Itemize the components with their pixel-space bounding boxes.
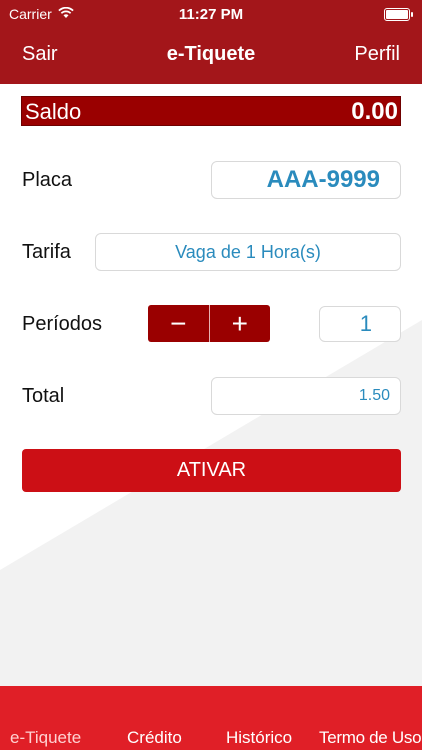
increment-button[interactable]: + [210,305,271,342]
balance-value: 0.00 [351,98,398,125]
battery-icon [384,8,413,21]
tab-e-tiquete[interactable]: e-Tiquete [10,728,81,748]
total-field: 1.50 [211,377,401,415]
decrement-button[interactable]: − [148,305,209,342]
tab-bar: e-Tiquete Crédito Histórico Termo de Uso [0,686,422,750]
top-bar: Carrier 11:27 PM Sair e-Tiquete Perfil [0,0,422,84]
periodos-label: Períodos [22,313,103,335]
status-time: 11:27 PM [178,6,244,23]
balance-label: Saldo [25,99,82,124]
tarifa-label: Tarifa [22,241,71,263]
tab-credito[interactable]: Crédito [127,728,182,748]
placa-label: Placa [22,169,73,191]
tab-termo-de-uso[interactable]: Termo de Uso [319,728,422,748]
periodos-stepper: − + [148,305,270,342]
status-bar: Carrier 11:27 PM [0,0,422,30]
tab-historico[interactable]: Histórico [226,728,292,748]
balance-bar: Saldo 0.00 [21,96,401,126]
periodos-field[interactable]: 1 [319,306,401,342]
total-label: Total [22,385,65,407]
profile-button[interactable]: Perfil [354,43,400,66]
tarifa-select[interactable]: Vaga de 1 Hora(s) [95,233,401,271]
placa-field[interactable]: AAA-9999 [211,161,401,199]
ativar-button[interactable]: ATIVAR [22,449,401,492]
